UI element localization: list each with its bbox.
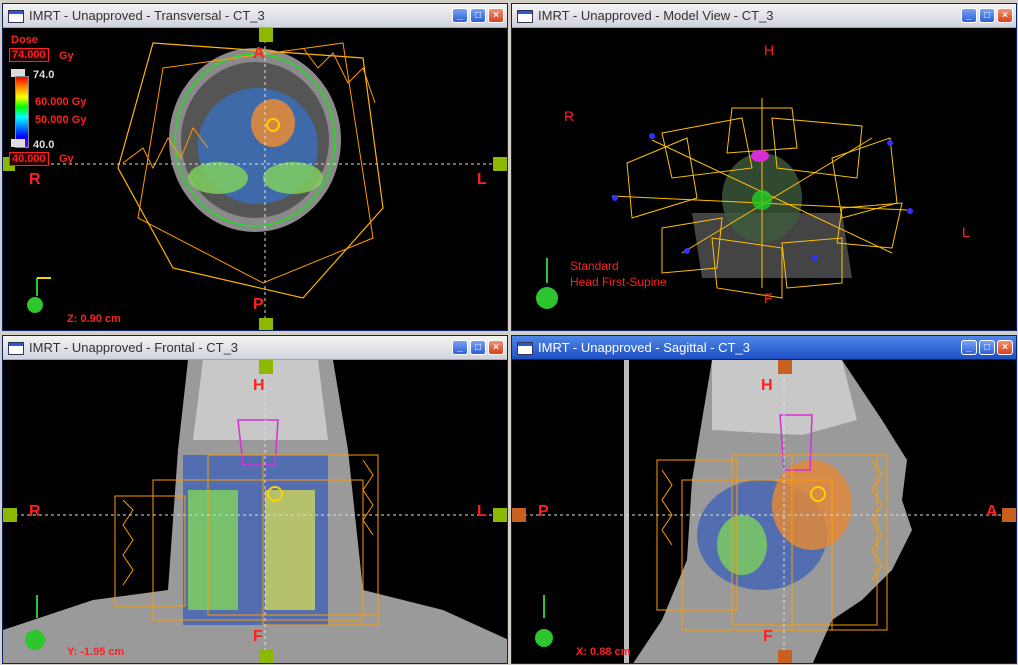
left-label: L: [962, 224, 970, 240]
head-label: H: [253, 377, 265, 394]
dose-level-50: 50.000 Gy: [35, 114, 87, 126]
right-label: R: [29, 503, 41, 520]
minimize-button[interactable]: _: [452, 340, 468, 355]
left-label: L: [477, 503, 487, 520]
orientation-position: Head First-Supine: [570, 275, 667, 289]
feet-label: F: [764, 290, 773, 306]
dose-bottom-marker: 40.0: [33, 139, 55, 151]
slice-coordinate: Y: -1.95 cm: [67, 646, 125, 658]
sagittal-titlebar[interactable]: IMRT - Unapproved - Sagittal - CT_3 _ □ …: [512, 336, 1016, 360]
close-button[interactable]: ×: [488, 8, 504, 23]
maximize-button[interactable]: □: [470, 340, 486, 355]
model-view-window[interactable]: IMRT - Unapproved - Model View - CT_3 _ …: [511, 3, 1017, 331]
window-icon: [517, 342, 533, 355]
right-label: R: [29, 171, 41, 188]
frontal-window[interactable]: IMRT - Unapproved - Frontal - CT_3 _ □ ×: [2, 335, 508, 664]
right-label: R: [564, 108, 575, 124]
minimize-button[interactable]: _: [452, 8, 468, 23]
anterior-label: A: [253, 45, 265, 62]
model-view-titlebar[interactable]: IMRT - Unapproved - Model View - CT_3 _ …: [512, 4, 1016, 28]
window-icon: [517, 10, 533, 23]
head-label: H: [764, 42, 775, 58]
posterior-label: P: [253, 296, 264, 313]
anterior-label: A: [986, 503, 998, 520]
sagittal-window[interactable]: IMRT - Unapproved - Sagittal - CT_3 _ □ …: [511, 335, 1017, 664]
dose-min-input[interactable]: 40.000: [9, 152, 49, 166]
dose-level-60: 60.000 Gy: [35, 96, 87, 108]
sagittal-viewport[interactable]: H F P A X: 0.88 cm: [512, 360, 1016, 663]
dose-heading: Dose: [11, 34, 38, 46]
orientation-standard: Standard: [570, 259, 619, 273]
minimize-button[interactable]: _: [961, 340, 977, 355]
window-icon: [8, 10, 24, 23]
maximize-button[interactable]: □: [979, 8, 995, 23]
model-viewport[interactable]: H F R L Standard Head First-Supine: [512, 28, 1016, 330]
window-icon: [8, 342, 24, 355]
feet-label: F: [763, 628, 773, 645]
feet-label: F: [253, 628, 263, 645]
model-view-title: IMRT - Unapproved - Model View - CT_3: [538, 8, 774, 23]
frontal-titlebar[interactable]: IMRT - Unapproved - Frontal - CT_3 _ □ ×: [3, 336, 507, 360]
transversal-ct-image: [3, 28, 507, 330]
maximize-button[interactable]: □: [470, 8, 486, 23]
dose-max-unit: Gy: [59, 50, 74, 62]
slice-coordinate: X: 0.88 cm: [576, 646, 631, 658]
sagittal-ct-image: [512, 360, 1016, 663]
frontal-viewport[interactable]: H F R L Y: -1.95 cm: [3, 360, 507, 663]
left-label: L: [477, 171, 487, 188]
close-button[interactable]: ×: [488, 340, 504, 355]
frontal-title: IMRT - Unapproved - Frontal - CT_3: [29, 340, 239, 355]
frontal-ct-image: [3, 360, 507, 663]
minimize-button[interactable]: _: [961, 8, 977, 23]
dose-bottom-slider[interactable]: [11, 139, 25, 147]
dose-min-unit: Gy: [59, 153, 74, 165]
transversal-window[interactable]: IMRT - Unapproved - Transversal - CT_3 _…: [2, 3, 508, 331]
close-button[interactable]: ×: [997, 8, 1013, 23]
dose-color-legend: [15, 76, 29, 148]
maximize-button[interactable]: □: [979, 340, 995, 355]
slice-coordinate: Z: 0.90 cm: [67, 313, 121, 325]
sagittal-title: IMRT - Unapproved - Sagittal - CT_3: [538, 340, 750, 355]
transversal-viewport[interactable]: Dose 74.000 Gy 74.0 60.000 Gy 50.000 Gy …: [3, 28, 507, 330]
close-button[interactable]: ×: [997, 340, 1013, 355]
transversal-titlebar[interactable]: IMRT - Unapproved - Transversal - CT_3 _…: [3, 4, 507, 28]
dose-max-input[interactable]: 74.000: [9, 48, 49, 62]
dose-top-marker: 74.0: [33, 69, 55, 81]
head-label: H: [761, 377, 773, 394]
transversal-title: IMRT - Unapproved - Transversal - CT_3: [29, 8, 265, 23]
posterior-label: P: [538, 503, 549, 520]
